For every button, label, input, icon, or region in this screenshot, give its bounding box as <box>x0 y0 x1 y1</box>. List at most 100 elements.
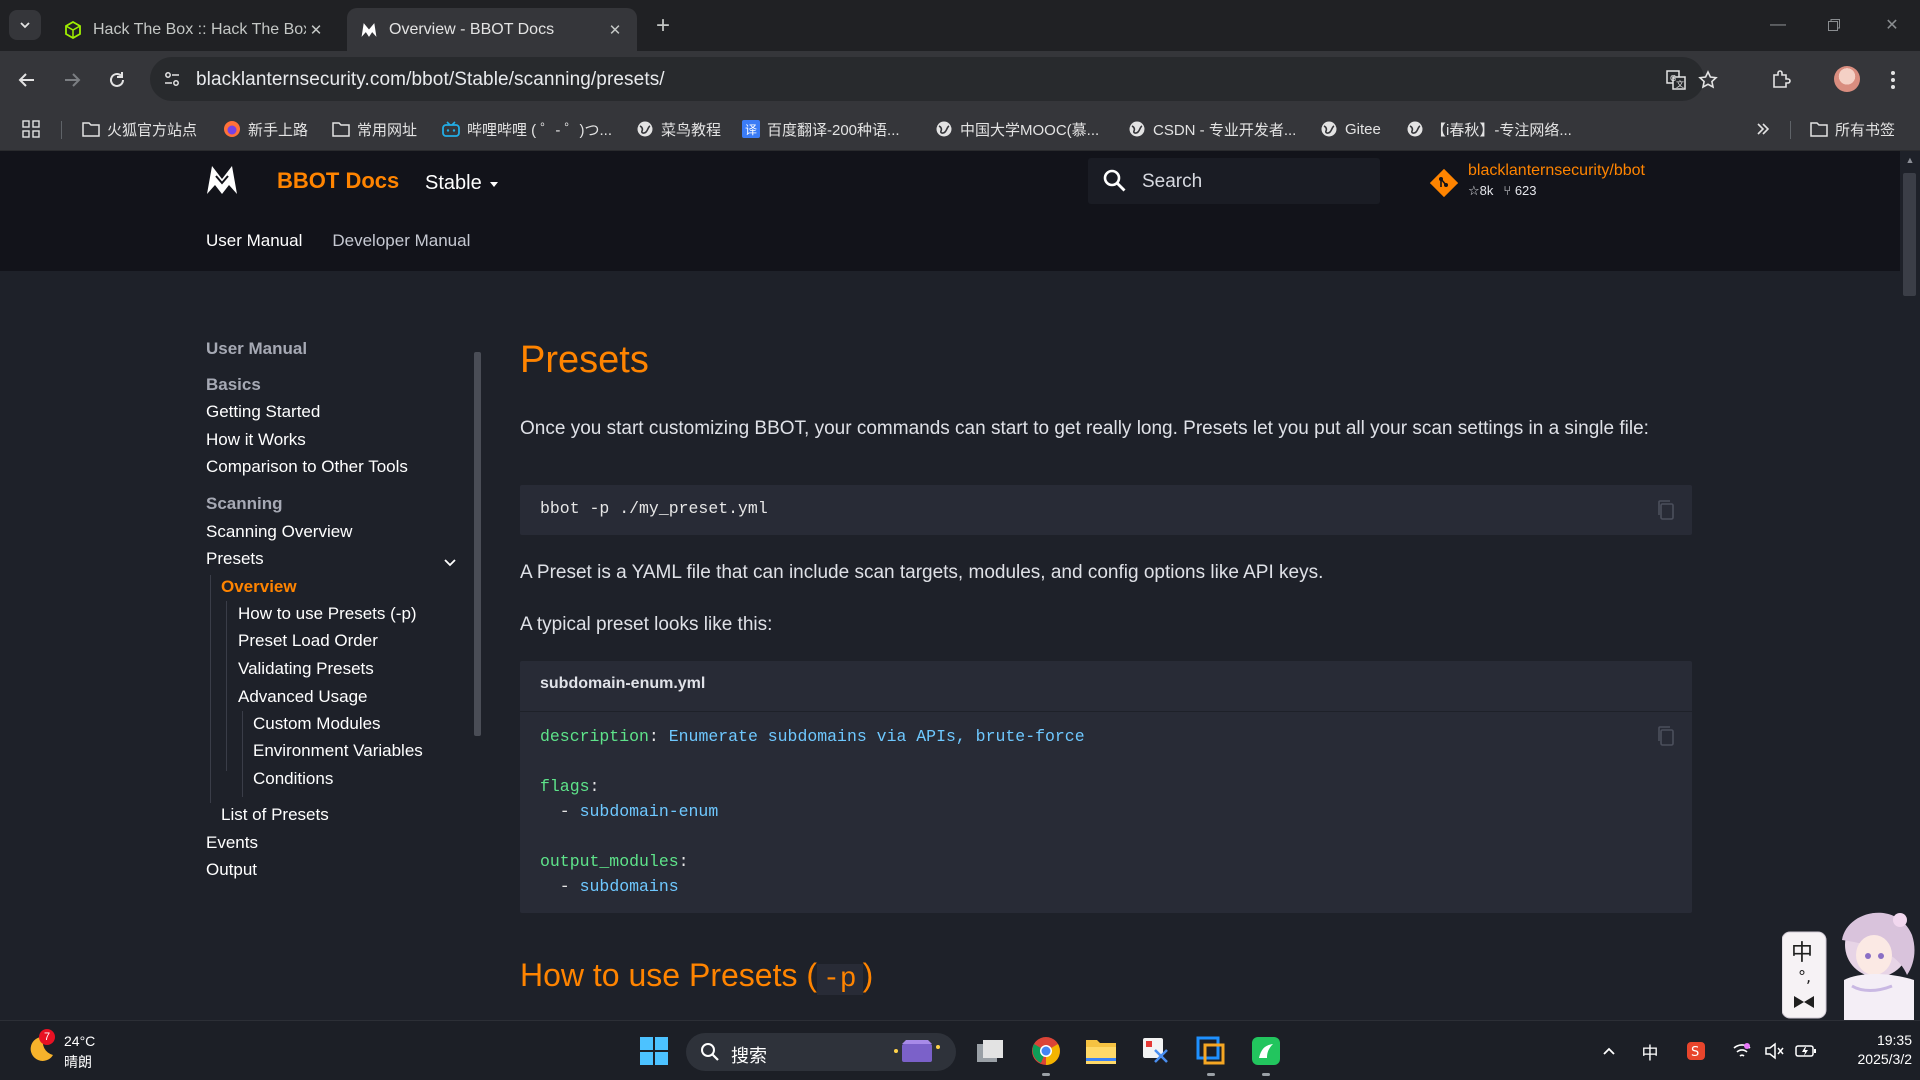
bookmark-label: 百度翻译-200种语... <box>767 121 900 139</box>
green-app[interactable] <box>1248 1033 1284 1069</box>
network-status-icon[interactable] <box>1730 1039 1754 1063</box>
sidebar-item-validating[interactable]: Validating Presets <box>238 659 374 679</box>
all-bookmarks-folder[interactable]: 所有书签 <box>1810 117 1895 141</box>
sidebar-item-list-presets[interactable]: List of Presets <box>221 805 329 825</box>
bookmark-label: 新手上路 <box>248 121 309 139</box>
search-box[interactable]: Search <box>1088 158 1380 204</box>
bbot-logo[interactable] <box>205 163 239 197</box>
more-bookmarks-button[interactable] <box>1754 117 1779 141</box>
address-bar[interactable]: blacklanternsecurity.com/bbot/Stable/sca… <box>150 57 1718 101</box>
hackthebox-cube-icon <box>63 20 83 40</box>
weather-widget[interactable]: 7 24°C 晴朗 <box>24 1029 144 1073</box>
close-icon[interactable]: ✕ <box>306 20 326 40</box>
tab-hackthebox[interactable]: Hack The Box :: Hack The Box ✕ <box>51 8 338 51</box>
bookmark-item[interactable]: 哔哩哔哩 ( ゜- ゜)つ... <box>442 117 612 141</box>
bookmark-item[interactable]: 译 百度翻译-200种语... <box>742 117 900 141</box>
sidebar-item-conditions[interactable]: Conditions <box>253 769 333 789</box>
code-title-divider <box>520 711 1692 712</box>
sidebar-item-advanced[interactable]: Advanced Usage <box>238 687 367 707</box>
close-window-button[interactable]: ✕ <box>1872 10 1912 40</box>
tab-developer-manual[interactable]: Developer Manual <box>332 231 470 251</box>
bookmark-item[interactable]: 中国大学MOOC(慕... <box>935 117 1099 141</box>
forward-button[interactable] <box>57 65 87 95</box>
extensions-puzzle-icon[interactable] <box>1766 65 1796 95</box>
system-clock[interactable]: 19:35 2025/3/2 <box>1832 1031 1913 1069</box>
translate-icon[interactable]: G文 <box>1664 68 1688 92</box>
code-filename: subdomain-enum.yml <box>540 675 706 692</box>
tab-bbot-docs[interactable]: Overview - BBOT Docs ✕ <box>347 8 637 51</box>
bookmarks-bar: 火狐官方站点 新手上路 常用网址 哔哩哔哩 ( ゜- ゜)つ... 菜鸟教程 译… <box>0 107 1920 151</box>
page-scrollbar-thumb[interactable] <box>1903 173 1916 296</box>
bookmark-item[interactable]: Gitee <box>1320 117 1381 141</box>
site-name[interactable]: BBOT Docs <box>277 168 399 194</box>
battery-charging-icon[interactable] <box>1794 1039 1818 1063</box>
close-icon[interactable]: ✕ <box>605 20 625 40</box>
sidebar-item-comparison[interactable]: Comparison to Other Tools <box>206 457 408 477</box>
bookmark-label: 哔哩哔哩 ( ゜- ゜)つ... <box>467 121 612 139</box>
start-button[interactable] <box>636 1033 672 1069</box>
sidebar-item-getting-started[interactable]: Getting Started <box>206 402 320 422</box>
profile-avatar[interactable] <box>1834 66 1860 92</box>
sidebar-item-overview[interactable]: Overview <box>221 577 297 597</box>
sidebar-scrollbar-thumb[interactable] <box>474 352 481 736</box>
paragraph-3: A typical preset looks like this: <box>520 614 773 635</box>
file-explorer-app[interactable] <box>1083 1033 1119 1069</box>
chevron-down-icon <box>20 22 30 29</box>
search-placeholder: Search <box>1142 171 1203 192</box>
translate-icon: 译 <box>742 120 760 138</box>
repo-stars: ☆8k <box>1468 183 1494 198</box>
snipping-tool-icon <box>1143 1038 1168 1063</box>
sidebar-item-load-order[interactable]: Preset Load Order <box>238 631 378 651</box>
bookmark-item[interactable]: CSDN - 专业开发者... <box>1128 117 1296 141</box>
taskbar-search[interactable]: 搜索 <box>686 1033 956 1071</box>
sidebar-item-custom-modules[interactable]: Custom Modules <box>253 714 381 734</box>
sidebar-item-events[interactable]: Events <box>206 833 258 853</box>
tray-overflow-button[interactable] <box>1597 1039 1621 1063</box>
bookmark-star-icon[interactable] <box>1696 68 1720 92</box>
sidebar-item-how-to-use[interactable]: How to use Presets (-p) <box>238 604 417 624</box>
sidebar-section-basics: Basics <box>206 375 261 394</box>
fork-icon: ⑂ <box>1503 183 1512 198</box>
tab-user-manual[interactable]: User Manual <box>206 231 302 251</box>
new-tab-button[interactable]: + <box>650 12 676 39</box>
sidebar-item-output[interactable]: Output <box>206 860 257 880</box>
scroll-up-arrow[interactable]: ▲ <box>1904 155 1916 165</box>
reload-button[interactable] <box>102 65 132 95</box>
apps-grid-button[interactable] <box>22 117 47 141</box>
bookmark-item[interactable]: 新手上路 <box>223 117 308 141</box>
minimize-button[interactable]: — <box>1758 10 1798 40</box>
bookmark-item[interactable]: 常用网址 <box>332 117 417 141</box>
sidebar-item-how-it-works[interactable]: How it Works <box>206 430 306 450</box>
sogou-ime-icon[interactable]: S <box>1684 1039 1708 1063</box>
svg-text:°,: °, <box>1798 967 1811 986</box>
site-info-icon[interactable] <box>160 67 184 91</box>
remote-desktop-app[interactable] <box>1193 1033 1229 1069</box>
snipping-tool-app[interactable] <box>1138 1033 1174 1069</box>
bookmark-item[interactable]: 【i春秋】-专注网络... <box>1406 117 1572 141</box>
back-button[interactable] <box>12 65 42 95</box>
menu-kebab-icon[interactable] <box>1878 65 1908 95</box>
desktop-pet-widget[interactable]: 中 °, <box>1781 900 1920 1020</box>
task-view-button[interactable] <box>972 1033 1008 1069</box>
tab-search-button[interactable] <box>9 10 41 40</box>
chevron-down-icon[interactable] <box>442 554 458 570</box>
repo-link[interactable]: blacklanternsecurity/bbot ☆8k ⑂ 623 <box>1430 159 1690 203</box>
copy-icon[interactable] <box>1656 499 1676 521</box>
intro-paragraph: Once you start customizing BBOT, your co… <box>520 418 1649 439</box>
sidebar-item-presets[interactable]: Presets <box>206 549 264 569</box>
bookmark-item[interactable]: 火狐官方站点 <box>82 117 197 141</box>
ime-indicator[interactable]: 中 <box>1638 1039 1662 1063</box>
chrome-app[interactable] <box>1028 1033 1064 1069</box>
version-selector[interactable]: Stable <box>425 172 500 195</box>
running-indicator <box>1262 1073 1270 1076</box>
windows-taskbar: 7 24°C 晴朗 搜索 中 S 19:35 2025/3/2 <box>0 1020 1920 1080</box>
bookmark-item[interactable]: 菜鸟教程 <box>636 117 721 141</box>
browser-toolbar: blacklanternsecurity.com/bbot/Stable/sca… <box>0 51 1920 107</box>
folder-icon <box>82 120 100 138</box>
sidebar-item-scanning-overview[interactable]: Scanning Overview <box>206 522 352 542</box>
restore-button[interactable] <box>1814 10 1854 40</box>
clock-date: 2025/3/2 <box>1857 1051 1913 1067</box>
sidebar-item-env-vars[interactable]: Environment Variables <box>253 741 423 761</box>
volume-muted-icon[interactable] <box>1762 1039 1786 1063</box>
copy-icon[interactable] <box>1656 725 1676 747</box>
